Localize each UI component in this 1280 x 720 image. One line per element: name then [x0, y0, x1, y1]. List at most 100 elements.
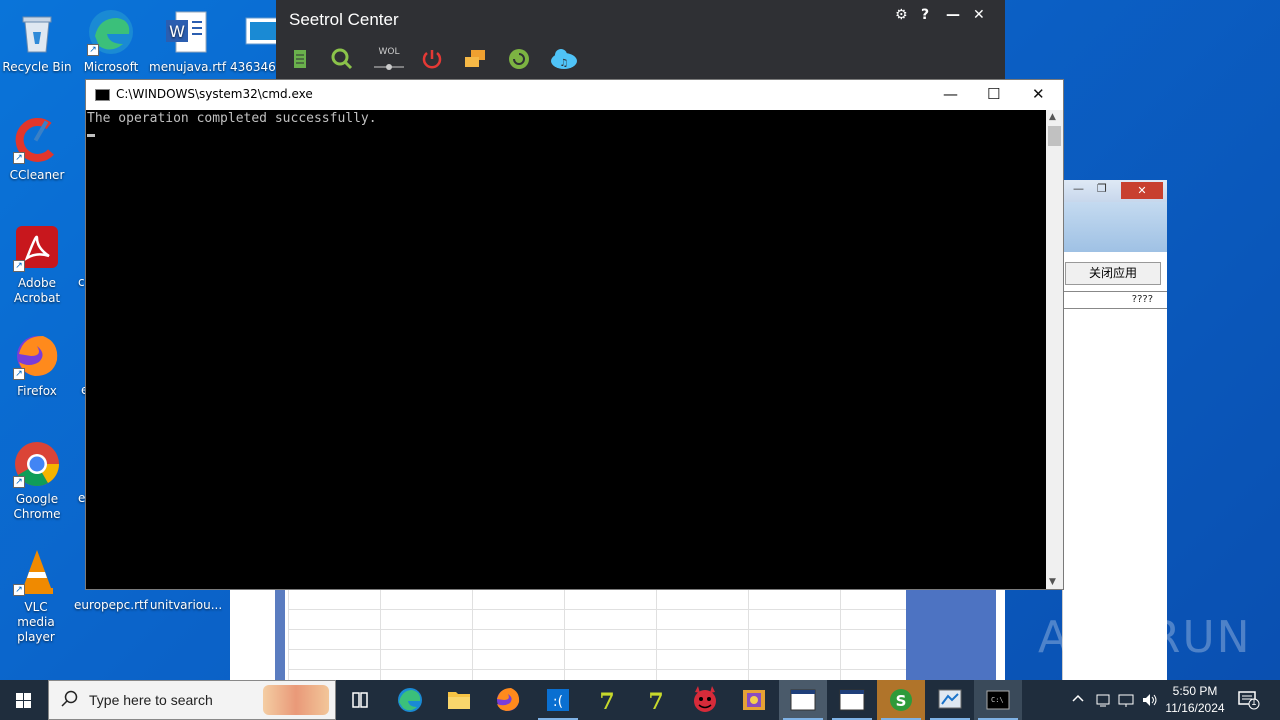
background-app-titlebar: — ❐ ✕: [1063, 180, 1167, 202]
spreadsheet-side-bar: [275, 589, 285, 680]
taskbar-clock[interactable]: 5:50 PM 11/16/2024: [1162, 683, 1228, 717]
desktop-icon-acrobat[interactable]: ↗ Adobe Acrobat: [0, 224, 74, 306]
task-view-icon[interactable]: [336, 680, 384, 720]
network-icon[interactable]: [1117, 691, 1135, 720]
desktop-icon-label: CCleaner: [9, 168, 65, 182]
desktop-icon-recycle-bin[interactable]: Recycle Bin: [0, 8, 74, 75]
devil-face-icon[interactable]: [681, 680, 729, 720]
taskbar: Type here to search :( 7 7 S C:\ 5:50 PM…: [0, 680, 1280, 720]
cmd-title: C:\WINDOWS\system32\cmd.exe: [116, 87, 313, 101]
recycle-bin-icon: [13, 8, 61, 56]
scroll-up-icon[interactable]: ▲: [1049, 112, 1056, 122]
volume-icon[interactable]: [1141, 691, 1159, 720]
desktop-icon-firefox[interactable]: ↗ Firefox: [0, 332, 74, 399]
scrollbar-thumb[interactable]: [1048, 126, 1061, 146]
background-app-banner: [1063, 202, 1167, 252]
clock-date: 11/16/2024: [1165, 701, 1225, 715]
seetrol-taskbar-icon[interactable]: S: [877, 680, 925, 720]
wol-icon[interactable]: WOL: [374, 47, 404, 71]
shortcut-arrow-icon: ↗: [13, 476, 25, 488]
column-header: ????: [1063, 291, 1167, 309]
minimize-button[interactable]: —: [946, 7, 960, 23]
app-frown-icon[interactable]: :(: [534, 680, 582, 720]
search-icon: [61, 690, 79, 712]
vertical-scrollbar[interactable]: ▲ ▼: [1046, 110, 1063, 589]
svg-text::(: :(: [553, 694, 563, 710]
power-icon[interactable]: [420, 47, 444, 71]
minimize-button[interactable]: —: [943, 85, 958, 103]
window-icon[interactable]: [779, 680, 827, 720]
notification-count: 1: [1251, 698, 1257, 708]
seetrol-center-window: Seetrol Center ⚙ ? — ✕ WOL ♫: [276, 0, 1005, 80]
installer-icon[interactable]: [730, 680, 778, 720]
cloud-music-icon[interactable]: ♫: [550, 47, 578, 71]
clock-time: 5:50 PM: [1172, 684, 1218, 698]
scroll-down-icon[interactable]: ▼: [1049, 577, 1056, 587]
help-button[interactable]: ?: [921, 7, 929, 23]
seven-zip-icon-2[interactable]: 7: [632, 680, 680, 720]
desktop-icon-europepc[interactable]: europepc.rtf: [74, 590, 148, 613]
desktop-icon-unitvariou[interactable]: unitvariou...: [149, 590, 223, 613]
notification-center-icon[interactable]: 1: [1238, 690, 1260, 720]
chat-icon[interactable]: [463, 47, 487, 71]
close-button[interactable]: ✕: [1121, 182, 1163, 199]
restore-button[interactable]: ❐: [1097, 182, 1107, 195]
shortcut-arrow-icon: ↗: [87, 44, 99, 56]
window-icon-2[interactable]: [828, 680, 876, 720]
ccleaner-icon: ↗: [13, 116, 61, 164]
desktop-icon-label: Adobe Acrobat: [13, 276, 61, 305]
close-application-button[interactable]: 关闭应用: [1065, 262, 1161, 285]
search-user-icon[interactable]: [330, 47, 354, 71]
acrobat-icon: ↗: [13, 224, 61, 272]
seetrol-title: Seetrol Center: [289, 10, 399, 29]
edge-icon: ↗: [87, 8, 135, 56]
maximize-button[interactable]: ☐: [987, 85, 1000, 103]
desktop-icon-vlc[interactable]: ↗ VLC media player: [0, 548, 74, 645]
svg-text:7: 7: [599, 689, 614, 715]
anyrun-watermark: ANY RUN: [1038, 612, 1252, 663]
taskbar-search-box[interactable]: Type here to search: [48, 680, 336, 720]
firefox-taskbar-icon[interactable]: [484, 680, 532, 720]
spreadsheet-blue-panel: [906, 589, 996, 680]
desktop-icon-chrome[interactable]: ↗ Google Chrome: [0, 440, 74, 522]
cmd-console[interactable]: The operation completed successfully.: [86, 110, 1047, 589]
refresh-icon[interactable]: [507, 47, 531, 71]
firefox-icon: ↗: [13, 332, 61, 380]
cmd-titlebar[interactable]: C:\WINDOWS\system32\cmd.exe — ☐ ✕: [86, 80, 1063, 110]
seven-zip-icon[interactable]: 7: [583, 680, 631, 720]
desktop-icon-label: europepc.rtf: [74, 598, 148, 612]
partial-desktop-label: c: [78, 275, 85, 289]
file-explorer-icon[interactable]: [435, 680, 483, 720]
desktop-icon-menujava[interactable]: W menujava.rtf: [149, 8, 227, 75]
desktop-icon-label: VLC media player: [17, 600, 55, 644]
chrome-icon: ↗: [13, 440, 61, 488]
remote-desktop-icon: [240, 8, 280, 56]
cmd-taskbar-icon[interactable]: C:\: [974, 680, 1022, 720]
svg-text:W: W: [169, 22, 185, 41]
desktop-icon-label: unitvariou...: [149, 598, 223, 612]
desktop-icon-label: menujava.rtf: [149, 60, 227, 74]
document-icon[interactable]: [288, 47, 312, 71]
wol-label: WOL: [378, 47, 400, 57]
close-button[interactable]: ✕: [973, 7, 985, 23]
settings-icon[interactable]: ⚙: [895, 7, 908, 23]
desktop-icon-43634634[interactable]: 43634634: [224, 8, 280, 75]
shortcut-arrow-icon: ↗: [13, 260, 25, 272]
cmd-icon: [95, 89, 110, 101]
desktop-icon-edge[interactable]: ↗ Microsoft Edge: [74, 8, 148, 75]
svg-text:7: 7: [648, 689, 663, 715]
search-highlights-icon: [263, 685, 329, 715]
minimize-button[interactable]: —: [1073, 182, 1084, 195]
close-button[interactable]: ✕: [1032, 85, 1045, 103]
desktop-icon-label: Google Chrome: [13, 492, 61, 521]
shortcut-arrow-icon: ↗: [13, 584, 25, 596]
start-button[interactable]: [0, 680, 48, 720]
spreadsheet-window-background: [230, 589, 1005, 680]
edge-taskbar-icon[interactable]: [386, 680, 434, 720]
remote-client-icon[interactable]: [926, 680, 974, 720]
spreadsheet-grid: [288, 589, 906, 680]
desktop-icon-label: Microsoft Edge: [83, 60, 139, 74]
show-hidden-icons-chevron-icon[interactable]: [1070, 690, 1086, 720]
desktop-icon-ccleaner[interactable]: ↗ CCleaner: [0, 116, 74, 183]
security-icon[interactable]: [1094, 691, 1112, 720]
